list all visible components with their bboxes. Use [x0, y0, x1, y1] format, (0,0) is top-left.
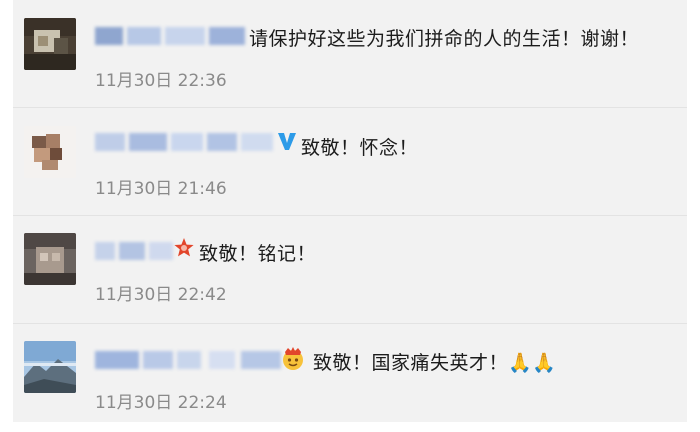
comment-item: 致敬！国家痛失英才！🙏🙏 11月30日 22:24 [13, 324, 687, 422]
username-blurred[interactable] [95, 242, 173, 260]
comment-item: 请保护好这些为我们拼命的人的生活！谢谢！ 11月30日 22:36 [13, 0, 687, 108]
comment-text: 致敬！铭记！ [199, 243, 317, 265]
avatar[interactable] [24, 233, 76, 285]
username-blurred[interactable] [95, 351, 281, 369]
avatar[interactable] [24, 341, 76, 393]
avatar[interactable] [24, 126, 76, 178]
username-blurred[interactable] [95, 133, 273, 151]
comment-text: 致敬！国家痛失英才！🙏🙏 [313, 352, 557, 374]
comment-timestamp: 11月30日 21:46 [95, 179, 227, 199]
verified-v-icon [278, 133, 296, 150]
comment-list: 请保护好这些为我们拼命的人的生活！谢谢！ 11月30日 22:36 致敬！怀念！… [13, 0, 687, 422]
comment-timestamp: 11月30日 22:42 [95, 285, 227, 305]
comment-text: 致敬！怀念！ [301, 137, 419, 159]
comment-item: 致敬！铭记！ 11月30日 22:42 [13, 216, 687, 324]
crown-face-emoji-icon [283, 347, 303, 370]
comment-timestamp: 11月30日 22:36 [95, 71, 227, 91]
comment-timestamp: 11月30日 22:24 [95, 393, 227, 413]
comment-item: 致敬！怀念！ 11月30日 21:46 [13, 108, 687, 216]
star-badge-icon [174, 238, 194, 257]
username-blurred[interactable] [95, 27, 245, 45]
avatar[interactable] [24, 18, 76, 70]
comment-text: 请保护好这些为我们拼命的人的生活！谢谢！ [249, 28, 640, 50]
